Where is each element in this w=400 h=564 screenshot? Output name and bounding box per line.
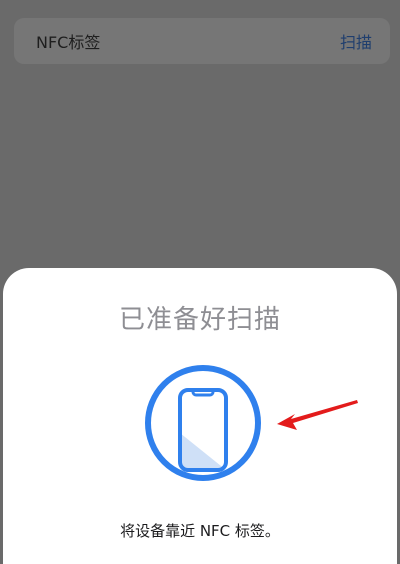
nfc-tag-label: NFC标签: [36, 33, 101, 52]
sheet-title: 已准备好扫描: [118, 305, 281, 335]
scan-instruction: 将设备靠近 NFC 标签。: [120, 522, 280, 540]
red-arrow-icon: [277, 400, 358, 430]
nfc-tag-row: NFC标签 扫描: [14, 18, 390, 64]
screen: NFC标签 扫描 已准备好扫描 将设备靠近 NFC 标签。: [0, 0, 400, 564]
scan-button[interactable]: 扫描: [340, 29, 372, 53]
scan-sheet: 已准备好扫描 将设备靠近 NFC 标签。: [3, 268, 397, 564]
phone-nfc-icon: [145, 365, 261, 481]
